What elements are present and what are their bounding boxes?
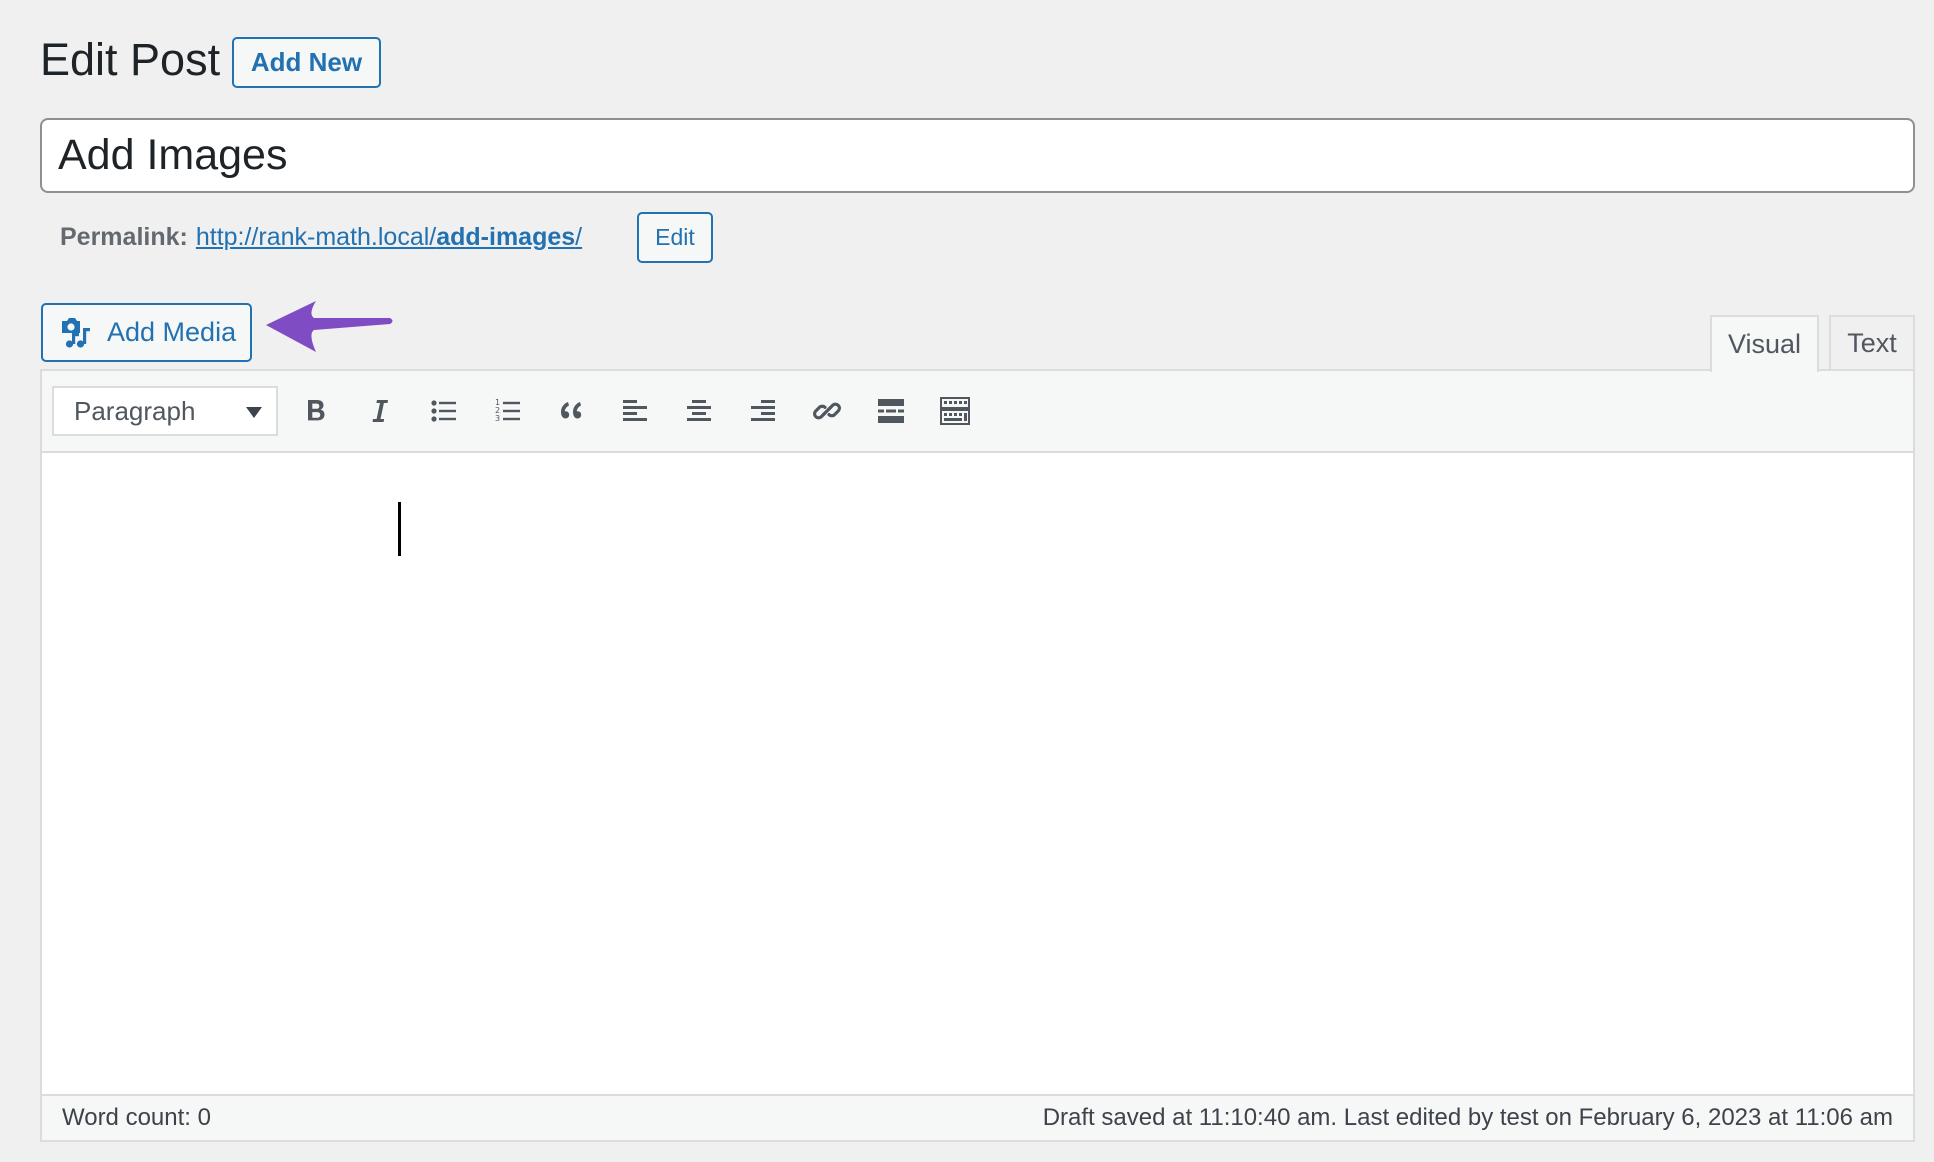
- numbered-list-icon: 123: [495, 398, 520, 423]
- bold-button[interactable]: [293, 388, 339, 434]
- permalink-row: Permalink: http://rank-math.local/add-im…: [60, 212, 582, 262]
- align-left-button[interactable]: [612, 388, 658, 434]
- add-media-button[interactable]: Add Media: [41, 303, 252, 362]
- add-new-button[interactable]: Add New: [232, 37, 381, 88]
- editor-status-bar: Word count: 0 Draft saved at 11:10:40 am…: [42, 1094, 1913, 1140]
- bulleted-list-icon: [431, 400, 456, 422]
- annotation-arrow-icon: [266, 301, 393, 352]
- link-icon: [813, 402, 841, 420]
- blockquote-icon: [561, 402, 582, 419]
- align-center-icon: [687, 400, 711, 421]
- edit-permalink-button[interactable]: Edit: [637, 212, 713, 263]
- numbered-list-button[interactable]: 123: [485, 388, 531, 434]
- align-center-button[interactable]: [676, 388, 722, 434]
- align-right-button[interactable]: [740, 388, 786, 434]
- permalink-slug: add-images: [436, 222, 576, 251]
- toolbar-toggle-button[interactable]: [932, 388, 978, 434]
- blockquote-button[interactable]: [548, 388, 594, 434]
- permalink-trailing: /: [575, 222, 583, 251]
- word-count: Word count: 0: [62, 1104, 211, 1131]
- editor-content-area[interactable]: [42, 453, 1913, 1096]
- camera-music-icon: [59, 316, 93, 350]
- bulleted-list-button[interactable]: [421, 388, 467, 434]
- editor-toolbar: Paragraph 123: [42, 371, 1913, 453]
- svg-text:3: 3: [495, 414, 500, 423]
- italic-icon: [372, 400, 388, 422]
- text-cursor: [398, 502, 401, 556]
- italic-button[interactable]: [357, 388, 403, 434]
- post-title-input[interactable]: [40, 118, 1915, 193]
- keyboard-icon: [940, 397, 970, 425]
- bold-icon: [308, 400, 325, 421]
- tab-visual[interactable]: Visual: [1710, 315, 1819, 372]
- align-right-icon: [751, 400, 775, 421]
- read-more-icon: [878, 399, 904, 423]
- align-left-icon: [623, 400, 647, 421]
- format-select-value: Paragraph: [74, 395, 196, 426]
- permalink-link[interactable]: http://rank-math.local/add-images/: [196, 223, 582, 252]
- chevron-down-icon: [246, 407, 262, 418]
- insert-link-button[interactable]: [804, 388, 850, 434]
- permalink-label: Permalink:: [60, 222, 188, 251]
- tab-text[interactable]: Text: [1829, 315, 1915, 371]
- autosave-status: Draft saved at 11:10:40 am. Last edited …: [1042, 1104, 1893, 1131]
- read-more-button[interactable]: [868, 388, 914, 434]
- editor: Paragraph 123 Word count: 0 Draft saved …: [40, 369, 1915, 1142]
- page-title: Edit Post: [40, 34, 221, 85]
- format-select[interactable]: Paragraph: [52, 386, 278, 436]
- add-media-label: Add Media: [107, 317, 237, 347]
- permalink-base: http://rank-math.local/: [195, 222, 437, 251]
